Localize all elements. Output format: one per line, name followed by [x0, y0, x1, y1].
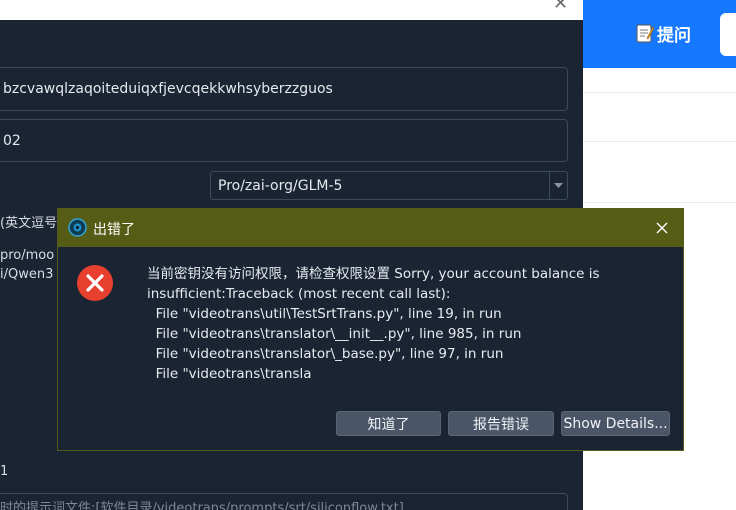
settings-window-titlebar: ✕	[0, 0, 583, 20]
error-icon	[77, 265, 113, 301]
error-dialog: 出错了 当前密钥没有访问权限，请检查权限设置 Sorry, your accou…	[57, 208, 684, 451]
field-label: 1	[0, 464, 9, 479]
header-action-button[interactable]	[720, 13, 736, 56]
close-icon[interactable]: ✕	[553, 0, 568, 14]
model-select[interactable]: Pro/zai-org/GLM-5	[210, 171, 568, 200]
divider	[583, 92, 736, 93]
dialog-title: 出错了	[93, 222, 135, 238]
api-key-value: bzcvawqlzaqoiteduiqxfjevcqekkwhsyberzzgu…	[3, 81, 333, 97]
close-icon[interactable]	[652, 218, 672, 238]
api-key-input[interactable]: bzcvawqlzaqoiteduiqxfjevcqekkwhsyberzzgu…	[0, 67, 568, 111]
ask-label: 提问	[657, 25, 691, 46]
model-select-value: Pro/zai-org/GLM-5	[218, 177, 343, 194]
page-header: 提问	[583, 0, 736, 68]
divider	[583, 141, 736, 142]
model-list-text: i/Qwen3	[0, 267, 54, 282]
model-list-text: pro/moo	[0, 248, 55, 263]
divider	[583, 202, 736, 203]
error-message: 当前密钥没有访问权限，请检查权限设置 Sorry, your account b…	[147, 266, 600, 382]
number-input[interactable]: 02	[0, 119, 568, 162]
chevron-down-icon[interactable]	[549, 172, 567, 199]
app-icon	[68, 218, 87, 237]
field-label: (英文逗号	[0, 216, 58, 231]
number-value: 02	[3, 132, 21, 149]
show-details-button[interactable]: Show Details...	[561, 411, 670, 436]
ask-button[interactable]: 提问	[636, 20, 691, 46]
report-error-button[interactable]: 报告错误	[448, 411, 554, 436]
prompt-hint: 时的提示词文件:[软件目录/videotrans/prompts/srt/sil…	[0, 501, 404, 510]
memo-icon	[636, 24, 654, 43]
ok-button[interactable]: 知道了	[336, 411, 441, 436]
error-dialog-titlebar: 出错了	[58, 209, 683, 247]
